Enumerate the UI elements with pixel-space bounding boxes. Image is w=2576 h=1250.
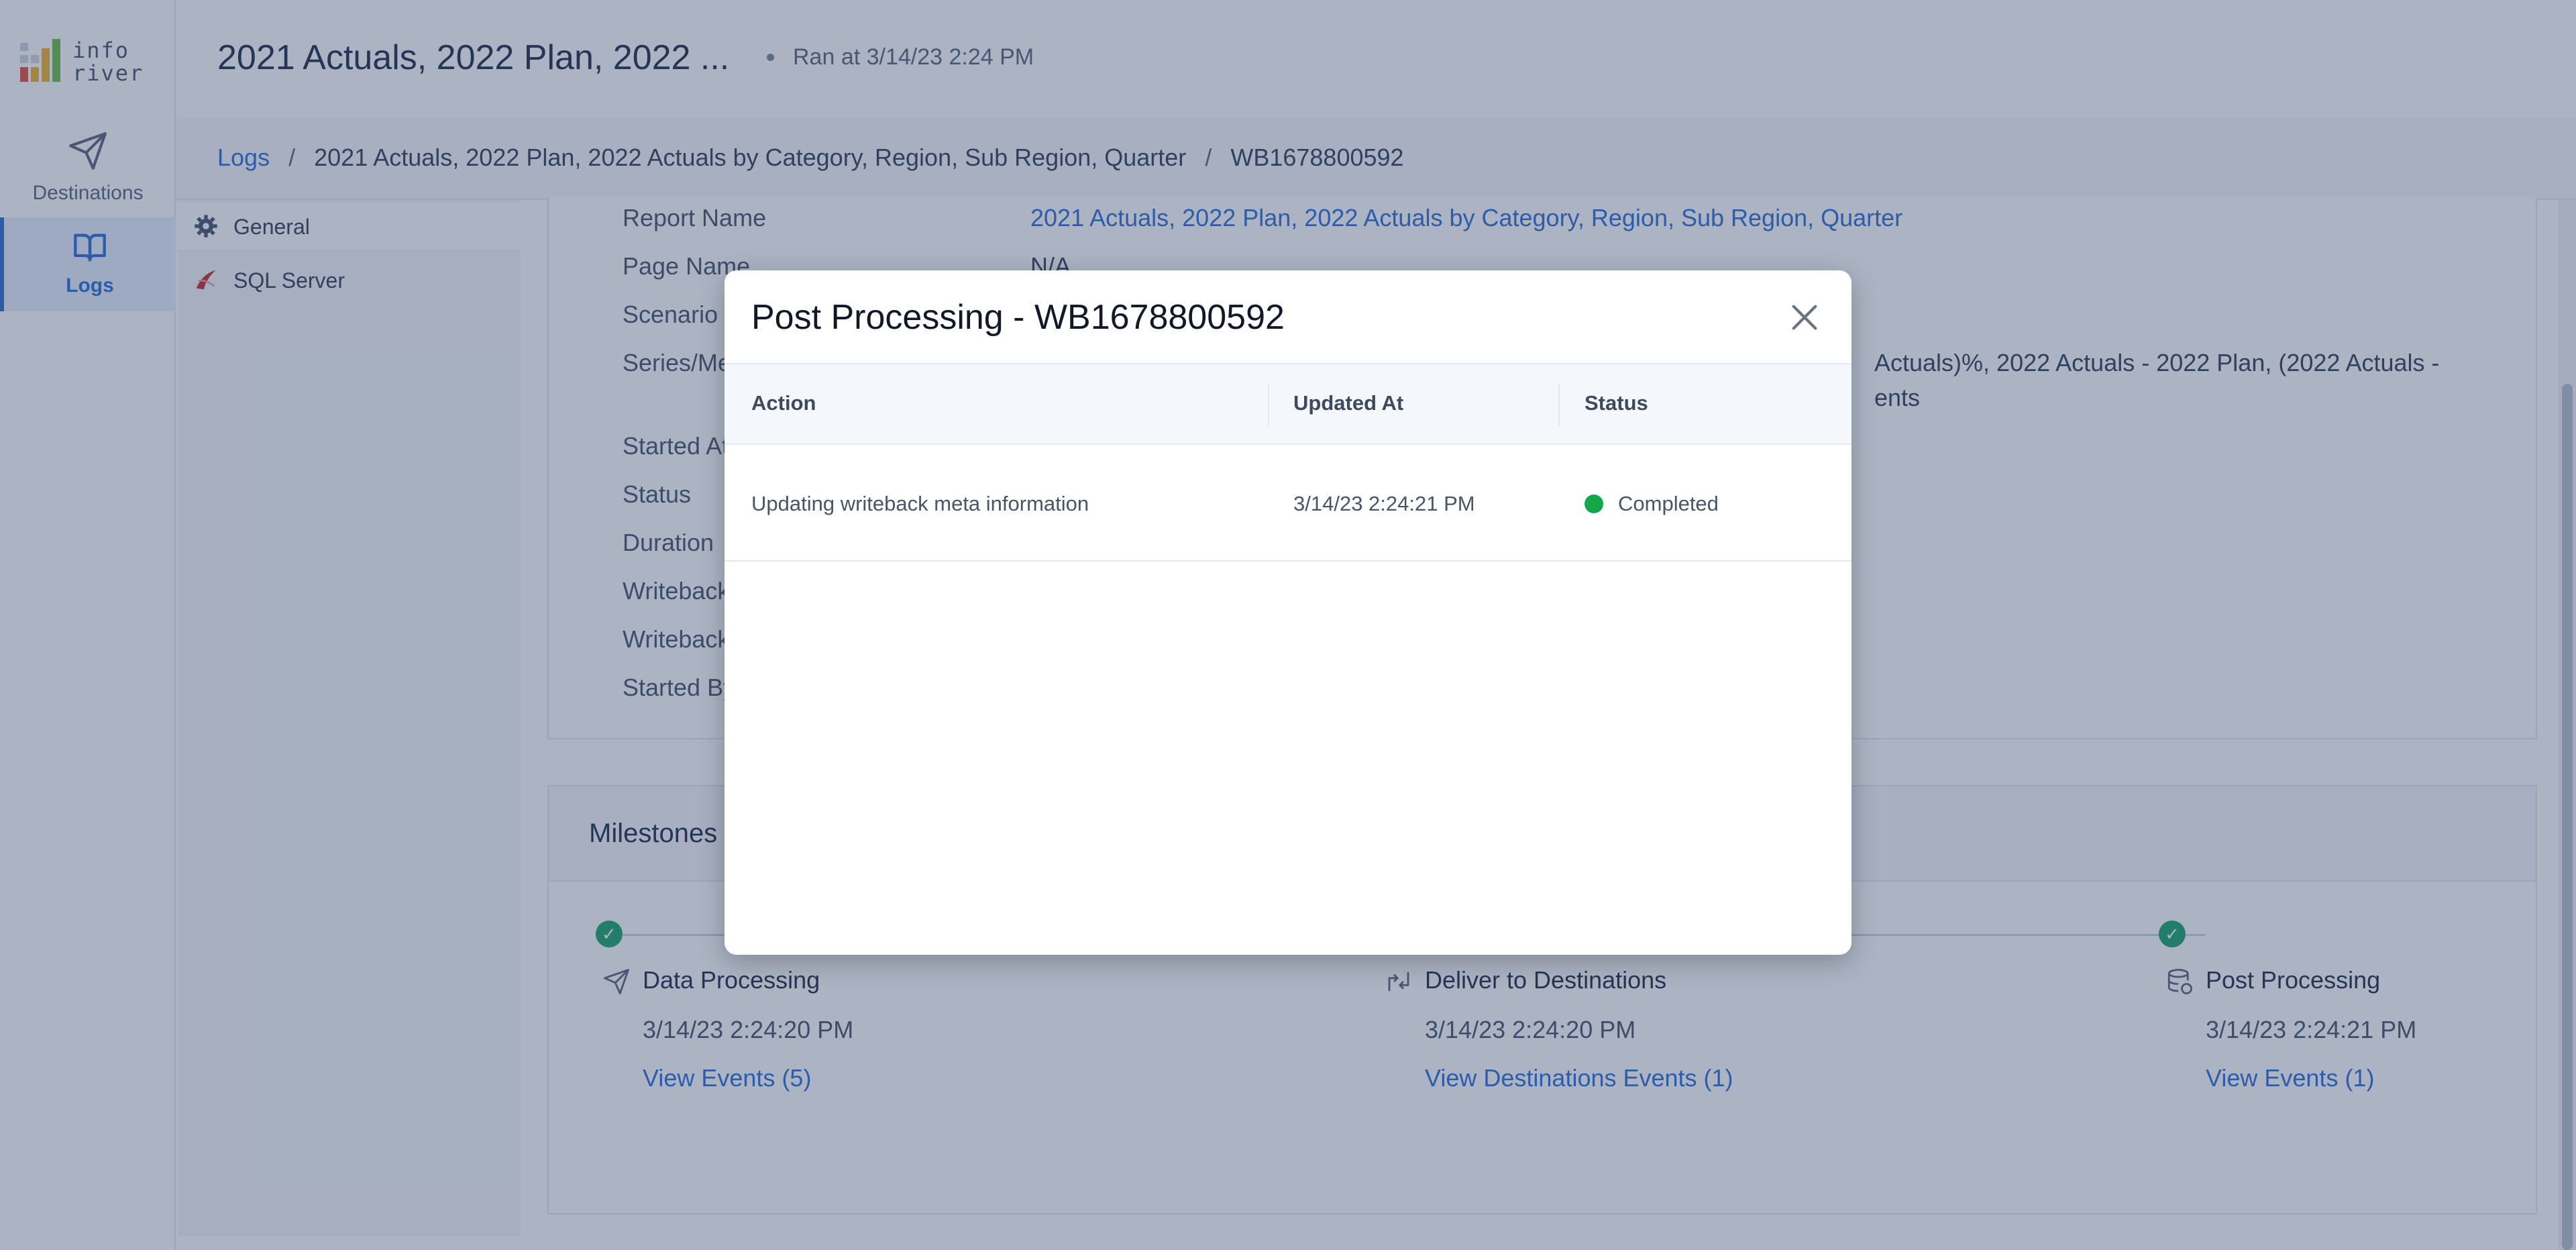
updated-at-cell: 3/14/23 2:24:21 PM [1293,492,1475,515]
status-cell: Completed [1618,492,1719,515]
column-header-action[interactable]: Action [751,391,816,415]
modal-title: Post Processing - WB1678800592 [751,298,1285,337]
post-processing-modal: Post Processing - WB1678800592 Action Up… [724,270,1851,955]
action-cell: Updating writeback meta information [751,492,1089,515]
table-header: Action Updated At Status [724,363,1851,445]
table-row[interactable]: Updating writeback meta information 3/14… [724,445,1851,562]
column-divider [1558,383,1560,426]
close-icon[interactable] [1786,299,1823,336]
status-indicator [1585,494,1603,513]
column-header-updated-at[interactable]: Updated At [1293,391,1403,415]
column-header-status[interactable]: Status [1585,391,1648,415]
column-divider [1268,383,1269,426]
